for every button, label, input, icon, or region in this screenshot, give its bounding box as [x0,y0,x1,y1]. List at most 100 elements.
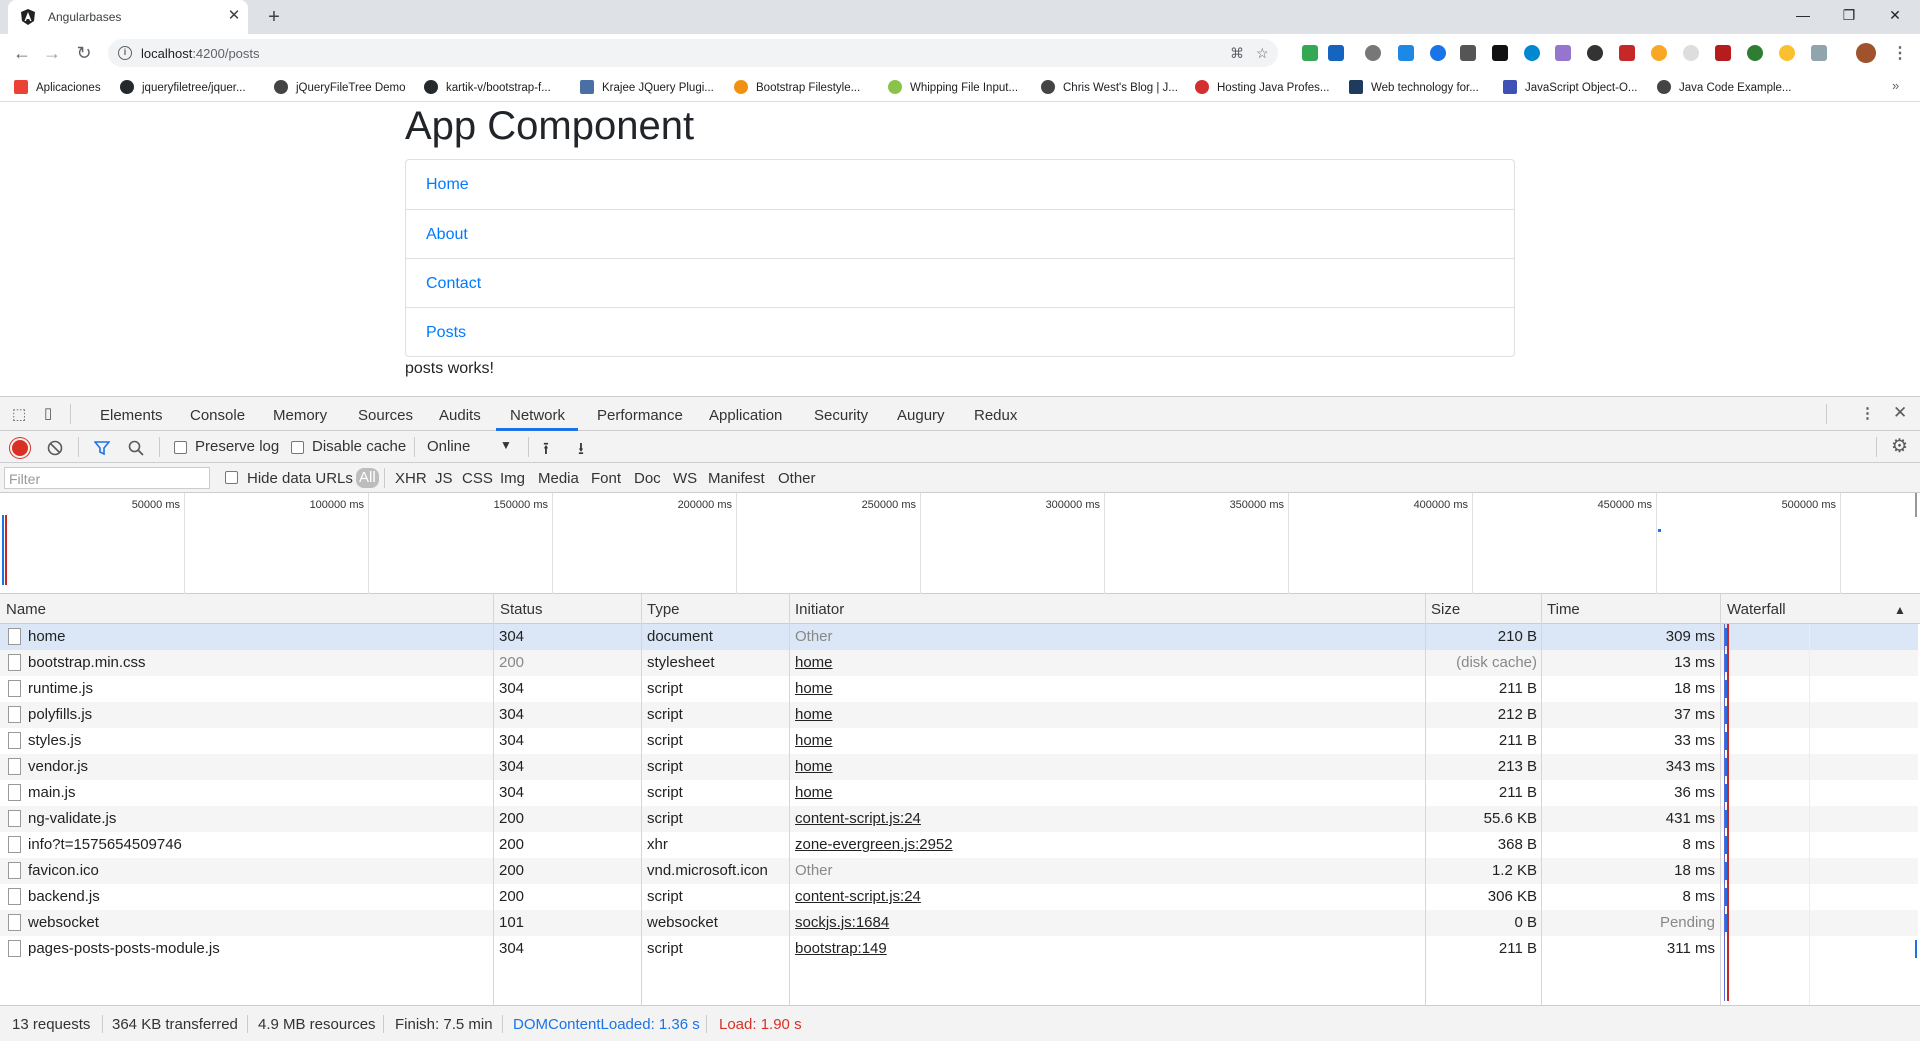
tab-augury[interactable]: Augury [897,407,945,424]
filter-type-xhr[interactable]: XHR [395,470,427,487]
extension-icon[interactable] [1328,45,1344,61]
bookmark-item[interactable]: kartik-v/bootstrap-f... [424,80,551,94]
extension-icon[interactable] [1587,45,1603,61]
tab-network[interactable]: Network [510,407,565,424]
table-row[interactable]: websocket 101 websocket sockjs.js:1684 0 B Pe… [0,910,1918,936]
table-row[interactable]: bootstrap.min.css 200 stylesheet home (disk … [0,650,1918,676]
translate-icon[interactable]: ⌘ [1230,45,1244,62]
maximize-button[interactable]: ❐ [1826,0,1872,30]
table-row[interactable]: runtime.js 304 script home 211 B 18 ms [0,676,1918,702]
bookmark-item[interactable]: JavaScript Object-O... [1503,80,1637,94]
address-bar[interactable]: i localhost:4200/posts ⌘ ☆ [108,39,1278,67]
extension-icon[interactable] [1492,45,1508,61]
record-icon[interactable] [12,440,28,456]
request-initiator[interactable]: home [795,706,833,723]
gear-icon[interactable]: ⚙ [1891,435,1908,458]
sort-ascending-icon[interactable]: ▲ [1894,603,1906,617]
filter-type-all[interactable]: All [356,468,379,488]
tab-elements[interactable]: Elements [100,407,163,424]
extension-icon[interactable] [1524,45,1540,61]
table-row[interactable]: info?t=1575654509746 200 xhr zone-evergreen… [0,832,1918,858]
column-size[interactable]: Size [1431,601,1460,618]
table-row[interactable]: backend.js 200 script content-script.js:24 3… [0,884,1918,910]
tab-sources[interactable]: Sources [358,407,413,424]
forward-arrow-icon[interactable]: → [40,42,64,64]
more-bookmarks-icon[interactable]: » [1892,78,1899,93]
filter-input[interactable]: Filter [4,467,210,489]
overview-handle[interactable] [1915,493,1917,517]
extension-icon[interactable] [1555,45,1571,61]
table-row[interactable]: main.js 304 script home 211 B 36 ms [0,780,1918,806]
table-row[interactable]: favicon.ico 200 vnd.microsoft.icon Other 1.2… [0,858,1918,884]
bookmark-item[interactable]: Java Code Example... [1657,80,1792,94]
back-arrow-icon[interactable]: ← [10,42,34,64]
extension-icon[interactable] [1715,45,1731,61]
tab-redux[interactable]: Redux [974,407,1017,424]
disable-cache-checkbox[interactable] [291,441,304,454]
bookmark-item[interactable]: Web technology for... [1349,80,1479,94]
request-initiator[interactable]: home [795,680,833,697]
tab-application[interactable]: Application [709,407,782,424]
bookmark-item[interactable]: Aplicaciones [14,80,101,94]
close-tab-icon[interactable]: ✕ [226,8,242,24]
column-status[interactable]: Status [500,601,543,618]
bookmark-item[interactable]: jQueryFileTree Demo [274,80,406,94]
request-initiator[interactable]: home [795,654,833,671]
table-row[interactable]: home 304 document Other 210 B 309 ms [0,624,1918,650]
request-initiator[interactable]: content-script.js:24 [795,810,921,827]
export-har-icon[interactable]: ⭳ [578,436,584,465]
reload-icon[interactable]: ↻ [72,42,96,64]
filter-type-doc[interactable]: Doc [634,470,661,487]
preserve-log-checkbox[interactable] [174,441,187,454]
column-waterfall[interactable]: Waterfall [1727,601,1786,618]
filter-type-media[interactable]: Media [538,470,579,487]
filter-icon[interactable] [94,440,110,456]
column-time[interactable]: Time [1547,601,1580,618]
bookmark-item[interactable]: Whipping File Input... [888,80,1018,94]
filter-type-manifest[interactable]: Manifest [708,470,765,487]
extension-icon[interactable] [1365,45,1381,61]
tab-performance[interactable]: Performance [597,407,683,424]
tab-audits[interactable]: Audits [439,407,481,424]
extension-icon[interactable] [1747,45,1763,61]
bookmark-item[interactable]: Chris West's Blog | J... [1041,80,1178,94]
extension-icon[interactable] [1460,45,1476,61]
tab-console[interactable]: Console [190,407,245,424]
extension-icon[interactable] [1651,45,1667,61]
request-initiator[interactable]: sockjs.js:1684 [795,914,889,931]
request-initiator[interactable]: content-script.js:24 [795,888,921,905]
bookmark-item[interactable]: Hosting Java Profes... [1195,80,1330,94]
browser-tab[interactable]: Angularbases ✕ [8,0,248,34]
filter-type-img[interactable]: Img [500,470,525,487]
more-options-icon[interactable]: ⋮ [1860,404,1875,422]
table-row[interactable]: styles.js 304 script home 211 B 33 ms [0,728,1918,754]
menu-dots-icon[interactable]: ⋮ [1892,43,1908,63]
request-initiator[interactable]: home [795,758,833,775]
bookmark-item[interactable]: Krajee JQuery Plugi... [580,80,714,94]
filter-type-ws[interactable]: WS [673,470,697,487]
bookmark-item[interactable]: jqueryfiletree/jquer... [120,80,246,94]
hide-data-urls-checkbox[interactable] [225,471,238,484]
clear-icon[interactable] [47,440,63,456]
nav-link-contact[interactable]: Contact [406,258,1514,307]
nav-link-about[interactable]: About [406,209,1514,258]
extension-icon[interactable] [1430,45,1446,61]
filter-type-font[interactable]: Font [591,470,621,487]
request-initiator[interactable]: zone-evergreen.js:2952 [795,836,953,853]
column-name[interactable]: Name [6,601,46,618]
import-har-icon[interactable]: ⭱ [543,436,549,465]
search-icon[interactable] [128,440,144,456]
extension-icon[interactable] [1683,45,1699,61]
table-row[interactable]: ng-validate.js 200 script content-script.js… [0,806,1918,832]
filter-type-js[interactable]: JS [435,470,453,487]
tab-memory[interactable]: Memory [273,407,327,424]
table-row[interactable]: vendor.js 304 script home 213 B 343 ms [0,754,1918,780]
avatar[interactable] [1856,43,1876,63]
request-initiator[interactable]: bootstrap:149 [795,940,887,957]
nav-link-home[interactable]: Home [406,160,1514,209]
close-devtools-icon[interactable]: ✕ [1893,403,1907,423]
new-tab-button[interactable]: + [262,6,286,28]
request-initiator[interactable]: home [795,784,833,801]
table-row[interactable]: pages-posts-posts-module.js 304 script boot… [0,936,1918,962]
extension-icon[interactable] [1302,45,1318,61]
